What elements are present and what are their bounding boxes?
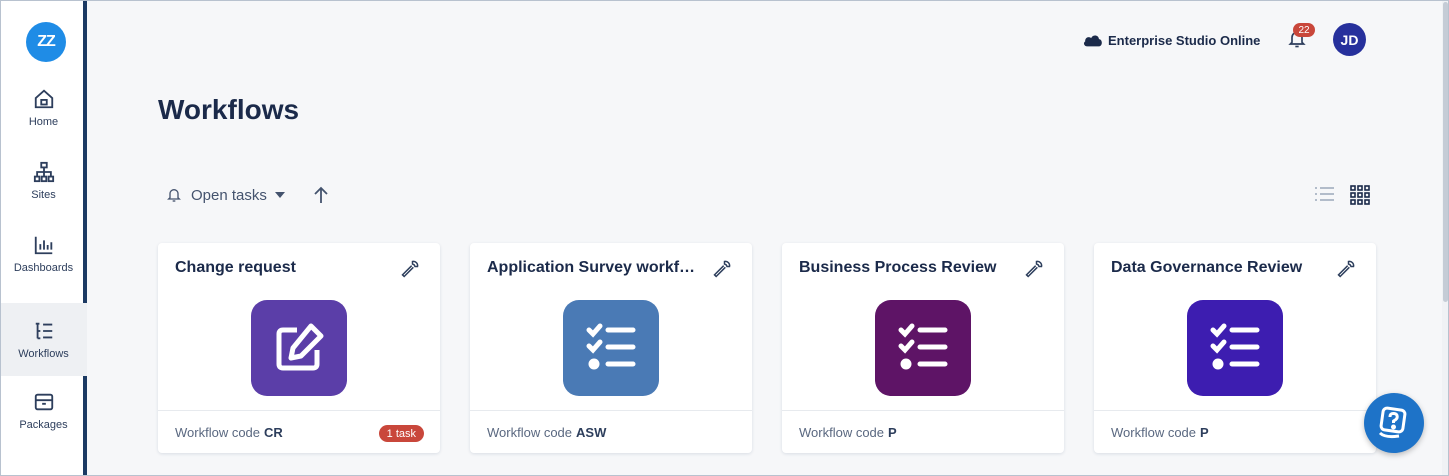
task-count-badge: 1 task (378, 425, 424, 442)
workflow-icon-tile (875, 300, 971, 396)
sidebar-item-label: Home (28, 116, 59, 128)
sidebar-item-label: Packages (19, 419, 68, 431)
wrench-icon[interactable] (400, 259, 420, 279)
page-title: Workflows (158, 94, 300, 125)
home-icon (34, 89, 53, 109)
task-filter-dropdown[interactable]: Open tasks (166, 184, 285, 206)
workflow-code: P (1200, 424, 1209, 440)
wrench-icon[interactable] (1024, 259, 1044, 279)
cloud-icon (1083, 35, 1102, 47)
card-title: Business Process Review (799, 259, 997, 276)
workflow-icon-tile (563, 300, 659, 396)
card-title: Data Governance Review (1111, 259, 1303, 276)
card-footer: Workflow code ASW (470, 410, 752, 453)
workflow-list-icon (35, 322, 52, 339)
workflow-card[interactable]: Data Governance Review Workflow code P (1094, 243, 1376, 453)
help-button[interactable] (1364, 393, 1424, 453)
app-logo[interactable]: ZZ (26, 22, 66, 62)
card-title: Change request (175, 259, 296, 276)
checklist-icon (586, 323, 636, 370)
sidebar-item-sites[interactable]: Sites (0, 146, 87, 216)
workflow-code: CR (264, 424, 283, 440)
wrench-icon[interactable] (1336, 259, 1356, 279)
workflow-code: P (888, 424, 897, 440)
workflow-card[interactable]: Change request Workflow code CR 1 task (158, 243, 440, 453)
wrench-icon[interactable] (712, 259, 732, 279)
notification-count-badge: 22 (1293, 23, 1315, 37)
environment-name: Enterprise Studio Online (1108, 32, 1261, 48)
workflow-icon-tile (1187, 300, 1283, 396)
workflow-code-label: Workflow code (1111, 424, 1197, 440)
scrollbar-thumb[interactable] (1443, 2, 1448, 302)
sidebar-item-workflows[interactable]: Workflows (0, 303, 87, 376)
sitemap-icon (33, 161, 54, 183)
workflow-card[interactable]: Application Survey workf… Workflow code … (470, 243, 752, 453)
caret-down-icon (274, 192, 285, 198)
edit-icon (276, 323, 324, 371)
sidebar-item-label: Sites (31, 189, 56, 201)
card-footer: Workflow code P (782, 410, 1064, 453)
checklist-icon (898, 323, 948, 370)
sidebar-item-label: Workflows (18, 347, 69, 360)
sidebar-item-label: Dashboards (13, 262, 74, 274)
workflow-code: ASW (576, 424, 607, 440)
sidebar-item-packages[interactable]: Packages (0, 376, 87, 446)
package-icon (34, 393, 53, 411)
workflow-card[interactable]: Business Process Review Workflow code P (782, 243, 1064, 453)
avatar[interactable]: JD (1333, 23, 1366, 56)
bell-icon (167, 189, 181, 202)
card-footer: Workflow code P (1094, 410, 1376, 453)
grid-view-icon[interactable] (1349, 184, 1371, 206)
workflow-code-label: Workflow code (175, 424, 261, 440)
workflow-icon-tile (251, 300, 347, 396)
card-title: Application Survey workf… (487, 259, 696, 276)
arrow-up-icon[interactable] (312, 185, 330, 205)
sidebar-item-dashboards[interactable]: Dashboards (0, 219, 87, 289)
list-view-icon[interactable] (1313, 184, 1335, 204)
bar-chart-icon (34, 236, 52, 255)
help-chat-icon (1378, 406, 1407, 439)
sidebar-item-home[interactable]: Home (0, 73, 87, 143)
filter-label: Open tasks (191, 186, 267, 204)
workflow-code-label: Workflow code (799, 424, 885, 440)
workflow-code-label: Workflow code (487, 424, 573, 440)
sidebar: ZZ Home Sites Dashboards Workflows Packa… (0, 0, 87, 476)
environment-indicator: Enterprise Studio Online (1082, 30, 1260, 50)
card-footer: Workflow code CR 1 task (158, 410, 440, 453)
checklist-icon (1210, 323, 1260, 370)
